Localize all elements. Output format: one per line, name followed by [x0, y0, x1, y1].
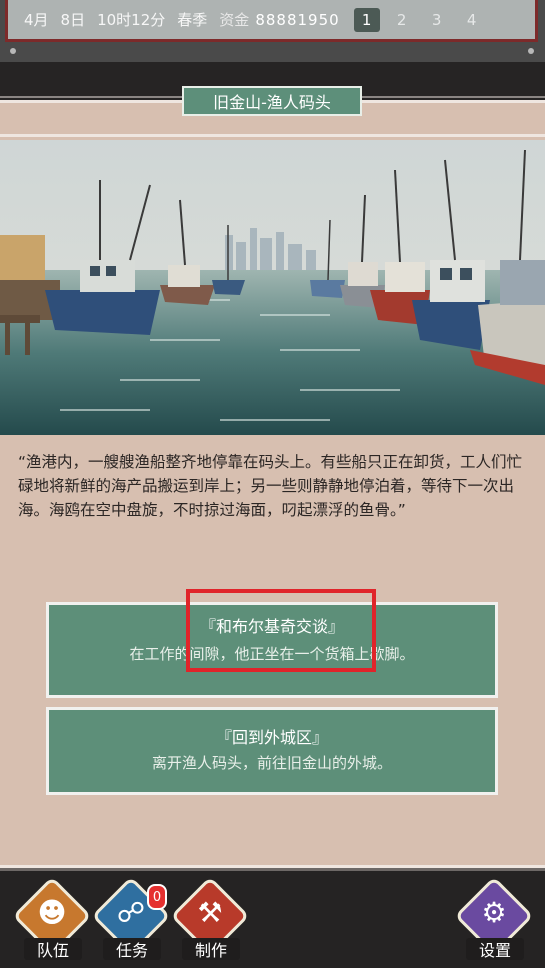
status-bar-frame: 4月 8日 10时12分 春季 资金 88881950 1 2 3 4: [5, 0, 538, 42]
clock-time: 10时12分: [97, 11, 166, 29]
tools-icon: ⚒: [197, 896, 223, 929]
date-day: 8日: [60, 11, 86, 29]
gear-icon: ⚙: [481, 896, 507, 929]
settings-button[interactable]: ⚙ 设置: [454, 876, 534, 962]
highlight-box: [186, 589, 376, 672]
scene-description: “渔港内，一艘艘渔船整齐地停靠在码头上。有些船只正在卸货，工人们忙碌地将新鲜的海…: [18, 453, 523, 519]
page-tab-2[interactable]: 2: [389, 8, 415, 32]
settings-label: 设置: [466, 938, 524, 960]
funds-value: 88881950: [255, 10, 340, 29]
team-label: 队伍: [24, 938, 82, 960]
task-button[interactable]: ☍ 0 任务: [91, 876, 171, 962]
team-button[interactable]: ☻ 队伍: [12, 876, 92, 962]
page-tabs: 1 2 3 4: [353, 7, 494, 32]
page-tab-1[interactable]: 1: [353, 7, 380, 32]
option-title: 『回到外城区』: [215, 728, 328, 747]
rivet-right: [528, 48, 534, 54]
date-month: 4月: [24, 11, 49, 29]
page-tab-4[interactable]: 4: [459, 8, 485, 32]
season-label: 春季: [177, 11, 208, 29]
panel-rule-under-title: [0, 134, 545, 137]
rivet-left: [10, 48, 16, 54]
option-subtitle: 离开渔人码头，前往旧金山的外城。: [151, 754, 392, 772]
option-return-outer-district[interactable]: 『回到外城区』 离开渔人码头，前往旧金山的外城。: [46, 707, 498, 795]
location-title: 旧金山-渔人码头: [182, 86, 362, 116]
scene-image: [0, 140, 545, 435]
craft-button[interactable]: ⚒ 制作: [170, 876, 250, 962]
status-bar: 4月 8日 10时12分 春季 资金 88881950 1 2 3 4: [0, 0, 545, 62]
bottom-nav: ☻ 队伍 ☍ 0 任务 ⚒ 制作 ⚙ 设置: [0, 868, 545, 968]
task-badge: 0: [147, 884, 167, 910]
page-tab-3[interactable]: 3: [424, 8, 450, 32]
craft-label: 制作: [182, 938, 240, 960]
id-card-icon: ☻: [37, 896, 67, 929]
funds-label: 资金: [219, 11, 250, 29]
task-label: 任务: [103, 938, 161, 960]
